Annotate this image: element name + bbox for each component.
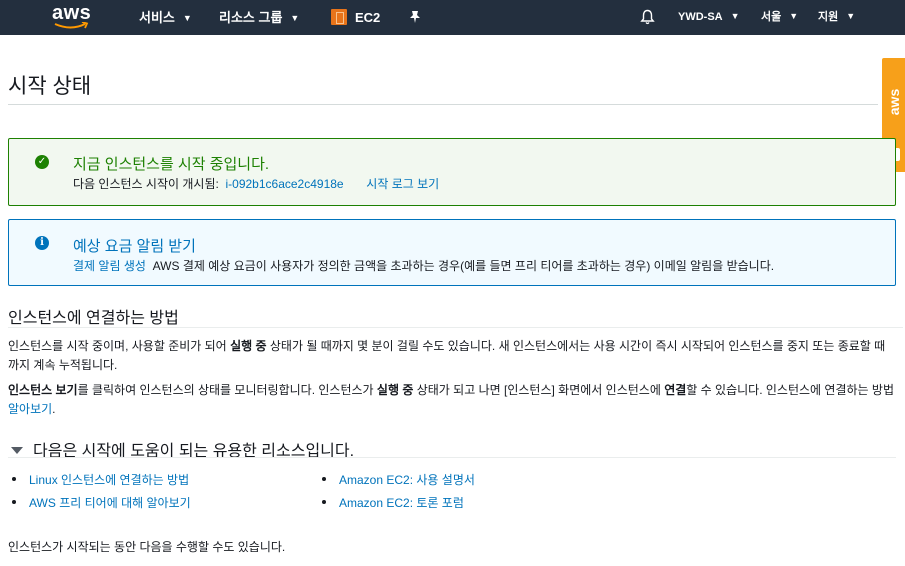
region-menu[interactable]: 서울 ▼ [761, 0, 798, 35]
resources-divider [8, 457, 896, 458]
instance-id-link[interactable]: i-092b1c6ace2c4918e [226, 177, 344, 191]
view-launch-log-link[interactable]: 시작 로그 보기 [366, 177, 439, 191]
title-divider [8, 104, 878, 105]
resource-groups-menu[interactable]: 리소스 그룹 ▼ [219, 0, 299, 35]
ec2-icon [331, 8, 347, 25]
success-heading: 지금 인스턴스를 시작 중입니다. [73, 156, 270, 173]
create-billing-alert-link[interactable]: 결제 알림 생성 [73, 259, 146, 273]
info-detail: 결제 알림 생성 AWS 결제 예상 요금이 사용자가 정의한 금액을 초과하는… [73, 259, 775, 273]
aws-smile-icon [54, 22, 89, 29]
chevron-down-icon: ▼ [182, 13, 192, 23]
section-divider [8, 327, 903, 328]
footer-text: 인스턴스가 시작되는 동안 다음을 수행할 수도 있습니다. [8, 540, 286, 554]
check-circle-icon: ✓ [35, 155, 49, 169]
account-menu[interactable]: YWD-SA ▼ [678, 0, 740, 35]
learn-more-link[interactable]: 알아보기 [8, 402, 52, 416]
ec2-forum-link[interactable]: Amazon EC2: 토론 포럼 [339, 494, 464, 511]
connect-paragraph-2: 인스턴스 보기를 클릭하여 인스턴스의 상태를 모니터링합니다. 인스턴스가 실… [8, 383, 894, 416]
caret-down-icon [11, 447, 23, 454]
billing-alert-info: i 예상 요금 알림 받기 결제 알림 생성 AWS 결제 예상 요금이 사용자… [8, 219, 896, 286]
top-navigation-bar: aws 서비스 ▼ 리소스 그룹 ▼ EC2 YWD-SA ▼ 서울 ▼ 지원 ▼ [0, 0, 905, 35]
launch-success-alert: ✓ 지금 인스턴스를 시작 중입니다. 다음 인스턴스 시작이 개시됨: i-0… [8, 138, 896, 206]
ec2-user-guide-link[interactable]: Amazon EC2: 사용 설명서 [339, 471, 475, 488]
chevron-down-icon: ▼ [789, 11, 799, 21]
connect-section-title: 인스턴스에 연결하는 방법 [8, 310, 179, 327]
bell-icon[interactable] [640, 0, 655, 35]
info-circle-icon: i [35, 236, 49, 250]
chevron-down-icon: ▼ [846, 11, 856, 21]
services-menu[interactable]: 서비스 ▼ [139, 0, 192, 35]
pin-icon[interactable] [409, 0, 421, 35]
info-heading: 예상 요금 알림 받기 [73, 238, 196, 255]
support-menu[interactable]: 지원 ▼ [818, 0, 855, 35]
chevron-down-icon: ▼ [730, 11, 740, 21]
linux-connect-link[interactable]: Linux 인스턴스에 연결하는 방법 [29, 471, 189, 488]
connect-paragraph-1: 인스턴스를 시작 중이며, 사용할 준비가 되어 실행 중 상태가 될 때까지 … [8, 339, 886, 372]
chevron-down-icon: ▼ [290, 13, 300, 23]
page-title: 시작 상태 [8, 75, 92, 98]
success-detail: 다음 인스턴스 시작이 개시됨: i-092b1c6ace2c4918e 시작 … [73, 177, 440, 191]
ec2-shortcut[interactable]: EC2 [331, 0, 380, 35]
free-tier-link[interactable]: AWS 프리 티어에 대해 알아보기 [29, 494, 191, 511]
